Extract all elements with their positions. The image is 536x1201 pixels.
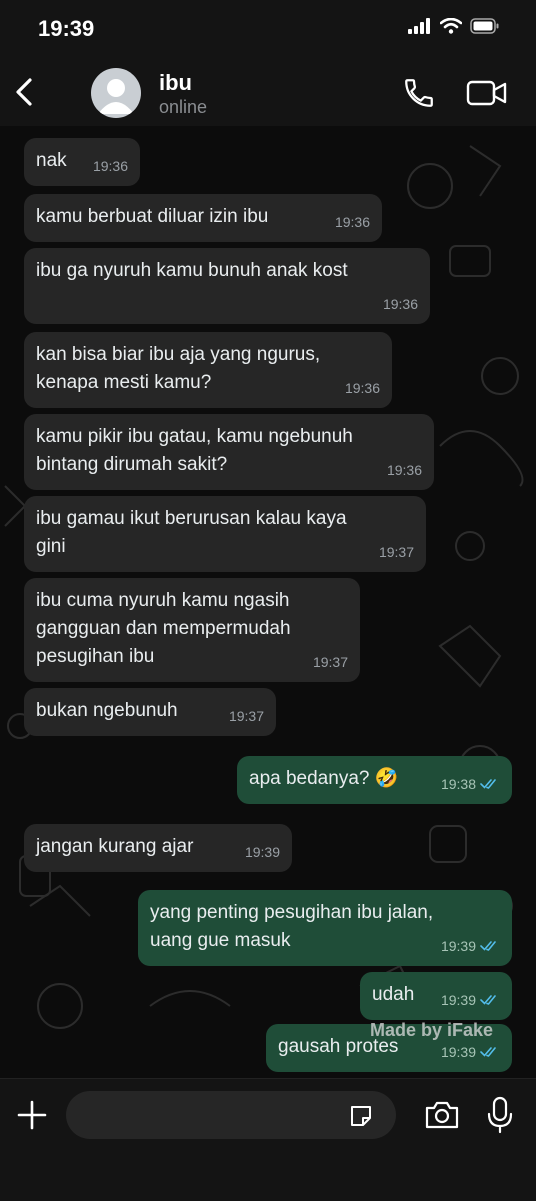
camera-button[interactable]	[424, 1099, 460, 1131]
phone-icon	[405, 79, 433, 107]
video-call-icon	[466, 80, 507, 106]
message-time: 19:36	[382, 296, 418, 312]
message-meta: 19:39	[441, 1038, 500, 1066]
message-time: 19:37	[312, 654, 348, 670]
message-meta: 19:36	[387, 456, 422, 484]
message-bubble-incoming[interactable]: nak 19:36	[24, 138, 140, 186]
message-text: apa bedanya? 🤣	[249, 768, 399, 789]
sticker-icon	[351, 1106, 371, 1126]
message-time: 19:37	[228, 708, 264, 724]
read-receipt-icon	[480, 995, 496, 1005]
message-meta: 19:39	[245, 838, 280, 866]
message-bubble-outgoing[interactable]: udah 19:39	[360, 972, 512, 1020]
contact-name[interactable]: ibu	[159, 70, 192, 96]
message-bubble-incoming[interactable]: ibu cuma nyuruh kamu ngasih gangguan dan…	[24, 578, 360, 682]
battery-icon	[470, 18, 499, 34]
message-bubble-incoming[interactable]: kamu pikir ibu gatau, kamu ngebunuh bint…	[24, 414, 434, 490]
message-input-bar	[0, 1078, 536, 1201]
wifi-icon	[440, 18, 462, 34]
chat-area[interactable]: nak 19:36 kamu berbuat diluar izin ibu 1…	[0, 126, 536, 1078]
voice-call-button[interactable]	[402, 76, 436, 110]
back-button[interactable]	[10, 74, 40, 110]
message-text: kan bisa biar ibu aja yang ngurus, kenap…	[36, 344, 321, 393]
message-bubble-incoming[interactable]: kan bisa biar ibu aja yang ngurus, kenap…	[24, 332, 392, 408]
status-time: 19:39	[38, 16, 95, 41]
message-time: 19:39	[440, 1044, 476, 1060]
message-text: ibu ga nyuruh kamu bunuh anak kost	[36, 260, 348, 281]
read-receipt-icon	[480, 1047, 496, 1057]
message-time: 19:36	[92, 158, 128, 174]
video-call-button[interactable]	[466, 78, 508, 108]
message-time: 19:36	[386, 462, 422, 478]
back-icon	[16, 78, 32, 106]
message-meta: 19:38	[441, 770, 500, 798]
message-time: 19:36	[344, 380, 380, 396]
message-text: jangan kurang ajar	[36, 836, 194, 857]
status-bar: 19:39	[0, 0, 536, 58]
message-text: bukan ngebunuh	[36, 700, 178, 721]
status-icons	[408, 18, 500, 34]
message-text: kamu berbuat diluar izin ibu	[36, 206, 269, 227]
sticker-button[interactable]	[348, 1103, 374, 1129]
contact-status: online	[159, 97, 208, 117]
message-meta: 19:36	[335, 208, 370, 236]
message-meta: 19:37	[229, 702, 264, 730]
attach-button[interactable]	[16, 1099, 48, 1131]
message-time: 19:36	[334, 214, 370, 230]
mic-icon	[487, 1096, 513, 1134]
message-bubble-incoming[interactable]: ibu ga nyuruh kamu bunuh anak kost 19:36	[24, 248, 430, 324]
message-meta: 19:39	[441, 986, 500, 1014]
message-text: ibu cuma nyuruh kamu ngasih gangguan dan…	[36, 590, 291, 667]
message-input[interactable]	[66, 1091, 396, 1139]
message-bubble-incoming[interactable]: bukan ngebunuh 19:37	[24, 688, 276, 736]
message-time: 19:39	[244, 844, 280, 860]
message-text: yang penting pesugihan ibu jalan, uang g…	[150, 902, 434, 951]
signal-icon	[408, 18, 430, 34]
watermark: Made by iFake	[370, 1020, 494, 1040]
message-time: 19:39	[440, 992, 476, 1008]
message-meta: 19:36	[345, 374, 380, 402]
message-time: 19:39	[440, 938, 476, 954]
plus-icon	[17, 1100, 47, 1130]
message-meta: 19:36	[383, 290, 418, 318]
camera-icon	[425, 1101, 459, 1129]
message-meta: 19:39	[441, 932, 500, 960]
read-receipt-icon	[480, 779, 496, 789]
message-bubble-outgoing[interactable]: apa bedanya? 🤣 19:38	[237, 756, 512, 804]
message-text: nak	[36, 150, 67, 171]
message-time: 19:37	[378, 544, 414, 560]
message-meta: 19:36	[93, 152, 128, 180]
message-text: kamu pikir ibu gatau, kamu ngebunuh bint…	[36, 426, 353, 475]
message-meta: 19:37	[379, 538, 414, 566]
avatar-icon	[98, 79, 134, 114]
message-time: 19:38	[440, 776, 476, 792]
message-bubble-incoming[interactable]: jangan kurang ajar 19:39	[24, 824, 292, 872]
message-text: udah	[372, 984, 415, 1005]
message-bubble-incoming[interactable]: ibu gamau ikut berurusan kalau kaya gini…	[24, 496, 426, 572]
chat-header: ibu online	[0, 58, 536, 127]
message-bubble-outgoing[interactable]: yang penting pesugihan ibu jalan, uang g…	[138, 890, 512, 966]
message-bubble-incoming[interactable]: kamu berbuat diluar izin ibu 19:36	[24, 194, 382, 242]
read-receipt-icon	[480, 941, 496, 951]
mic-button[interactable]	[486, 1095, 514, 1135]
message-text: ibu gamau ikut berurusan kalau kaya gini	[36, 508, 347, 557]
message-meta: 19:37	[313, 648, 348, 676]
avatar[interactable]	[91, 68, 141, 118]
